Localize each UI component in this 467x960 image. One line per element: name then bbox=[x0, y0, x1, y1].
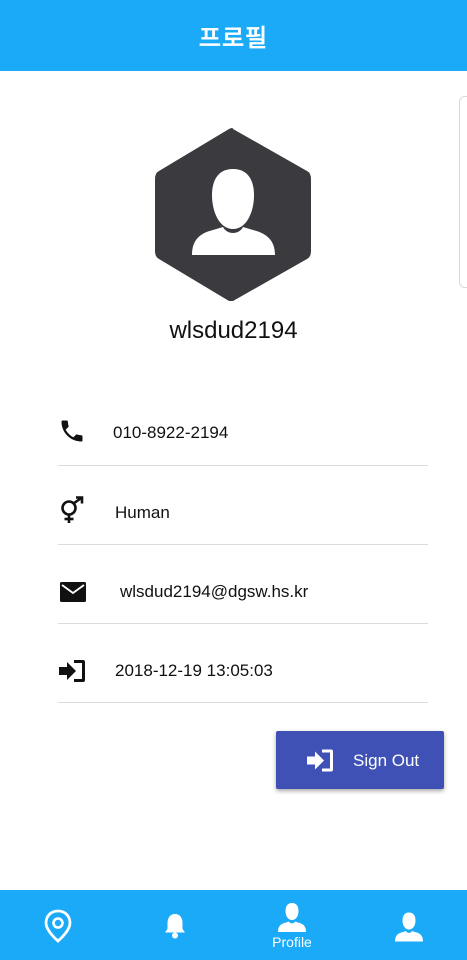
page-title: 프로필 bbox=[198, 24, 269, 52]
phone-icon bbox=[61, 420, 83, 442]
edge-drawer-handle[interactable] bbox=[459, 96, 467, 288]
phone-value: 010-8922-2194 bbox=[113, 423, 229, 442]
location-pin-icon bbox=[44, 909, 72, 943]
email-row: wlsdud2194@dgsw.hs.kr bbox=[58, 544, 428, 624]
person-icon bbox=[395, 912, 423, 942]
person-icon bbox=[278, 903, 306, 932]
mail-icon bbox=[60, 582, 86, 602]
avatar-hexagon-icon bbox=[155, 128, 311, 301]
email-value: wlsdud2194@dgsw.hs.kr bbox=[120, 582, 309, 601]
sign-in-icon bbox=[307, 749, 333, 772]
nav-tab-profile-label: Profile bbox=[272, 934, 312, 950]
nav-tab-profile[interactable]: Profile bbox=[252, 890, 332, 960]
bell-icon bbox=[165, 914, 185, 939]
nav-tab-account[interactable] bbox=[369, 890, 449, 960]
last-login-row: 2018-12-19 13:05:03 bbox=[58, 623, 428, 703]
avatar bbox=[155, 127, 311, 303]
sign-in-icon bbox=[59, 660, 85, 682]
app-bar: 프로필 bbox=[0, 0, 467, 71]
sign-out-label: Sign Out bbox=[353, 751, 420, 770]
last-login-value: 2018-12-19 13:05:03 bbox=[115, 661, 273, 680]
gender-row: Human bbox=[58, 465, 428, 545]
nav-tab-location[interactable] bbox=[18, 890, 98, 960]
gender-value: Human bbox=[115, 503, 170, 522]
username: wlsdud2194 bbox=[169, 317, 298, 344]
bottom-navigation: Profile bbox=[0, 890, 467, 960]
phone-row: 010-8922-2194 bbox=[58, 386, 428, 466]
nav-tab-notifications[interactable] bbox=[135, 890, 215, 960]
sign-out-button[interactable]: Sign Out bbox=[276, 731, 444, 789]
gender-icon bbox=[61, 496, 84, 523]
